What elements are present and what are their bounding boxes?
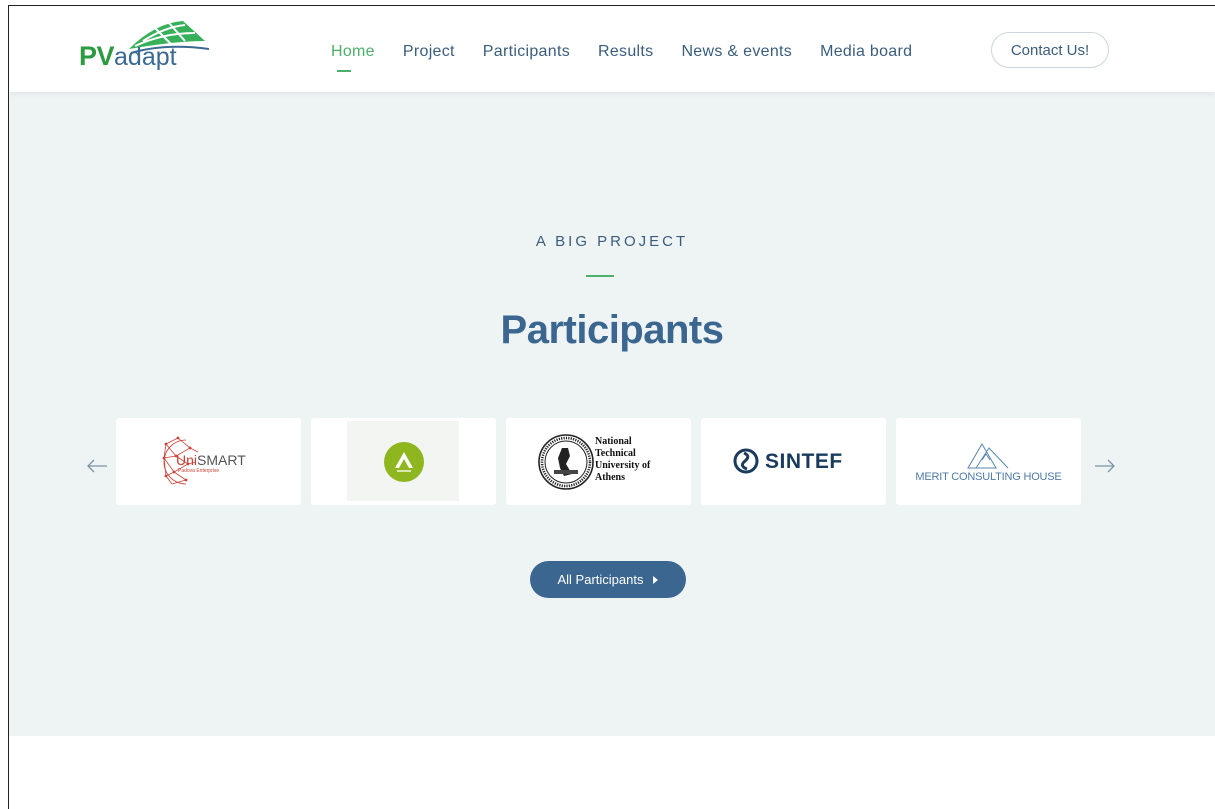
participants-section: A BIG PROJECT Participants UniSMART Pado… <box>9 92 1215 736</box>
nav-project-label: Project <box>402 43 455 60</box>
nav-project[interactable]: Project <box>403 43 455 61</box>
green-circle-logo-icon <box>384 442 424 482</box>
participant-card-sintef[interactable]: SINTEF <box>701 418 886 505</box>
participant-card-unismart[interactable]: UniSMART Padova Enterprise <box>116 418 301 505</box>
nav-media-board[interactable]: Media board <box>820 43 912 61</box>
ntua-line-3: University of <box>595 460 651 471</box>
merit-mountain-logo-icon <box>967 443 1009 469</box>
arrow-right-icon[interactable] <box>1091 452 1119 480</box>
contact-us-label: Contact Us! <box>1010 41 1090 59</box>
unismart-uni-text: Uni <box>176 452 198 468</box>
arrow-left-icon[interactable] <box>83 452 111 480</box>
logo-pv-text: PV <box>79 41 115 71</box>
site-header: PVadapt Home Project Participants Result… <box>9 6 1215 92</box>
contact-us-button[interactable]: Contact Us! <box>991 32 1109 68</box>
caret-right-icon <box>653 575 659 584</box>
sintef-wordmark: SINTEF <box>765 450 843 473</box>
ntua-line-1: National <box>595 436 632 447</box>
nav-results-label: Results <box>598 43 654 60</box>
unismart-subtitle: Padova Enterprise <box>178 468 220 474</box>
browser-viewport: PVadapt Home Project Participants Result… <box>8 5 1215 809</box>
merit-wordmark: MERIT CONSULTING HOUSE <box>915 471 1062 483</box>
section-title: Participants <box>500 308 724 352</box>
pvadapt-logo[interactable]: PVadapt <box>77 19 212 77</box>
nav-participants[interactable]: Participants <box>483 43 570 61</box>
ntua-line-2: Technical <box>595 448 636 459</box>
main-nav: Home Project Participants Results News &… <box>331 43 912 72</box>
nav-media-board-label: Media board <box>820 43 913 60</box>
all-participants-label: All Participants <box>557 572 644 587</box>
all-participants-button[interactable]: All Participants <box>530 561 686 598</box>
nav-home-label: Home <box>331 43 375 60</box>
unismart-wordmark: UniSMART <box>176 452 246 468</box>
unismart-smart-text: SMART <box>197 452 246 468</box>
nav-home[interactable]: Home <box>331 43 375 72</box>
participant-card-green-logo[interactable] <box>311 418 496 505</box>
ntua-name: National Technical University of Athens <box>595 436 650 484</box>
participant-card-merit[interactable]: MERIT CONSULTING HOUSE <box>896 418 1081 505</box>
nav-participants-label: Participants <box>482 43 570 60</box>
ntua-line-4: Athens <box>595 472 626 483</box>
nav-active-indicator <box>337 70 351 72</box>
logo-wordmark: PVadapt <box>79 41 177 72</box>
logo-adapt-text: adapt <box>114 43 177 71</box>
nav-news-events-label: News & events <box>681 43 793 60</box>
section-eyebrow: A BIG PROJECT <box>535 233 689 250</box>
nav-news-events[interactable]: News & events <box>681 43 792 61</box>
participant-card-ntua[interactable]: National Technical University of Athens <box>506 418 691 505</box>
section-divider <box>586 275 614 277</box>
nav-results[interactable]: Results <box>598 43 653 61</box>
